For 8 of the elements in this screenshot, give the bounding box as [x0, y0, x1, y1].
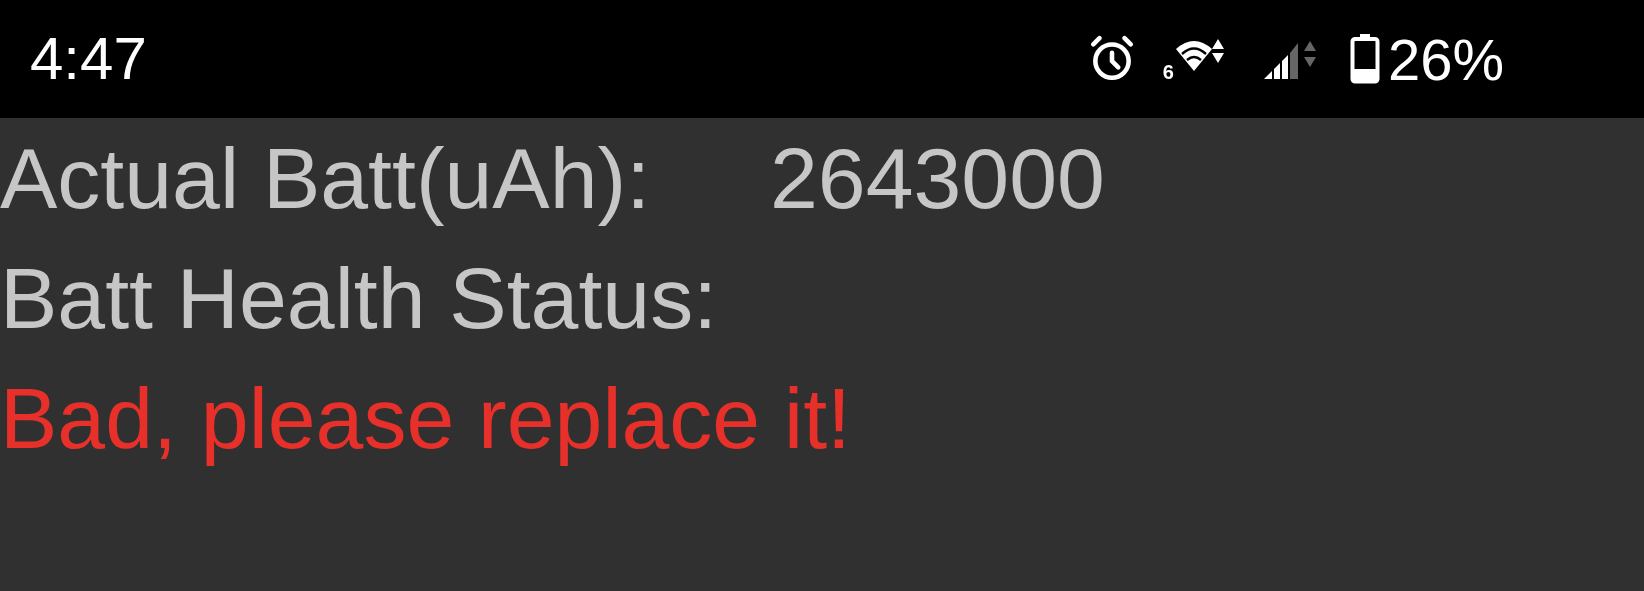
clock-time: 4:47	[30, 24, 147, 94]
battery-percentage: 26%	[1387, 25, 1504, 94]
wifi-generation-label: 6	[1162, 62, 1174, 82]
health-status-message: Bad, please replace it!	[0, 369, 852, 468]
battery-icon	[1349, 34, 1380, 84]
info-label: Batt Health Status:	[0, 249, 719, 348]
info-label: Actual Batt(uAh):	[0, 129, 652, 228]
info-value: 2643000	[770, 129, 1105, 228]
